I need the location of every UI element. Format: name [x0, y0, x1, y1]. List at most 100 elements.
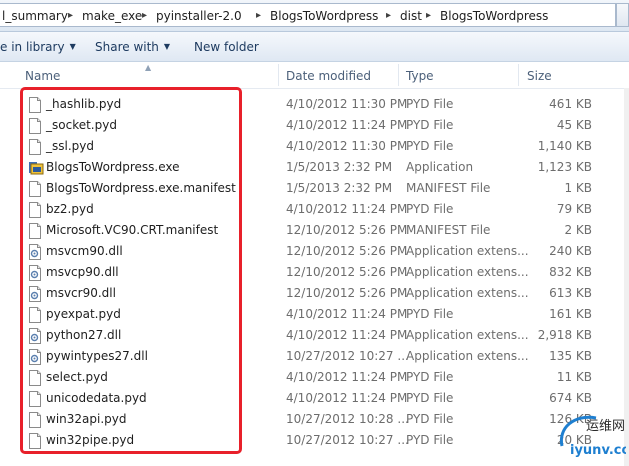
file-size: 1,140 KB — [537, 139, 592, 153]
file-name: select.pyd — [46, 370, 108, 384]
column-divider[interactable] — [278, 64, 279, 86]
sort-ascending-icon: ▲ — [145, 63, 152, 72]
file-name: win32pipe.pyd — [46, 433, 135, 447]
dll-icon — [28, 265, 42, 281]
file-type: Application extens... — [406, 349, 529, 363]
file-size: 2,918 KB — [537, 328, 592, 342]
file-icon — [28, 433, 42, 449]
column-header-size[interactable]: Size — [527, 69, 552, 83]
breadcrumb-item[interactable]: BlogsToWordpress — [440, 9, 548, 23]
file-row[interactable]: _hashlib.pyd 4/10/2012 11:30 PM PYD File 46… — [0, 94, 629, 115]
column-divider[interactable] — [518, 64, 519, 86]
file-icon — [28, 391, 42, 407]
file-type: MANIFEST File — [406, 223, 491, 237]
file-row[interactable]: pyexpat.pyd 4/10/2012 11:24 PM PYD File 161… — [0, 304, 629, 325]
file-row[interactable]: msvcm90.dll 12/10/2012 5:26 PM Application… — [0, 241, 629, 262]
file-name: pyexpat.pyd — [46, 307, 121, 321]
file-row[interactable]: pywintypes27.dll 10/27/2012 10:27 ... Appl… — [0, 346, 629, 367]
breadcrumb-separator-icon[interactable]: ▸ — [68, 10, 73, 21]
breadcrumb-item[interactable]: BlogsToWordpress — [270, 9, 378, 23]
address-dropdown-button[interactable] — [616, 3, 629, 27]
file-size: 613 KB — [549, 286, 592, 300]
breadcrumb-separator-icon[interactable]: ▸ — [386, 10, 391, 21]
file-row[interactable]: Microsoft.VC90.CRT.manifest 12/10/2012 5:… — [0, 220, 629, 241]
file-date-modified: 4/10/2012 11:30 PM — [286, 97, 408, 111]
breadcrumb-item[interactable]: dist — [400, 9, 422, 23]
file-size: 135 KB — [549, 349, 592, 363]
column-divider[interactable] — [398, 64, 399, 86]
file-date-modified: 4/10/2012 11:24 PM — [286, 391, 408, 405]
column-header-date-modified[interactable]: Date modified — [286, 69, 371, 83]
file-icon — [28, 139, 42, 155]
file-size: 674 KB — [549, 391, 592, 405]
file-date-modified: 10/27/2012 10:28 ... — [286, 412, 409, 426]
column-header-row: ▲ Name Date modified Type Size — [0, 62, 629, 89]
file-type: PYD File — [406, 391, 454, 405]
file-name: msvcm90.dll — [46, 244, 123, 258]
file-name: pywintypes27.dll — [46, 349, 148, 363]
file-icon — [28, 307, 42, 323]
file-type: Application extens... — [406, 265, 529, 279]
file-row[interactable]: _ssl.pyd 4/10/2012 11:30 PM PYD File 1,140 … — [0, 136, 629, 157]
file-type: PYD File — [406, 412, 454, 426]
command-bar: e in library ▼ Share with ▼ New folder — [0, 32, 629, 62]
file-type: Application — [406, 160, 474, 174]
share-with-label: Share with — [95, 40, 159, 54]
file-icon — [28, 370, 42, 386]
file-name: win32api.pyd — [46, 412, 127, 426]
file-size: 461 KB — [549, 97, 592, 111]
address-bar: l_summary ▸ make_exe ▸ pyinstaller-2.0 ▸… — [0, 0, 629, 32]
file-type: Application extens... — [406, 286, 529, 300]
watermark-title: 运维网 — [586, 419, 625, 434]
file-name: _hashlib.pyd — [46, 97, 122, 111]
breadcrumb-item[interactable]: l_summary — [2, 9, 68, 23]
file-icon — [28, 223, 42, 239]
breadcrumb-item[interactable]: make_exe — [82, 9, 142, 23]
file-row[interactable]: BlogsToWordpress.exe.manifest 1/5/2013 2:… — [0, 178, 629, 199]
file-type: PYD File — [406, 118, 454, 132]
file-row[interactable]: msvcp90.dll 12/10/2012 5:26 PM Application… — [0, 262, 629, 283]
file-size: 2 KB — [564, 223, 592, 237]
dll-icon — [28, 286, 42, 302]
file-date-modified: 10/27/2012 10:27 ... — [286, 433, 409, 447]
file-row[interactable]: BlogsToWordpress.exe 1/5/2013 2:32 PM Appl… — [0, 157, 629, 178]
file-row[interactable]: select.pyd 4/10/2012 11:24 PM PYD File 11 K… — [0, 367, 629, 388]
file-icon — [28, 118, 42, 134]
file-type: PYD File — [406, 433, 454, 447]
file-row[interactable]: bz2.pyd 4/10/2012 11:24 PM PYD File 79 KB — [0, 199, 629, 220]
file-date-modified: 4/10/2012 11:30 PM — [286, 139, 408, 153]
file-type: PYD File — [406, 139, 454, 153]
new-folder-button[interactable]: New folder — [194, 40, 259, 54]
file-row[interactable]: python27.dll 4/10/2012 11:24 PM Applicatio… — [0, 325, 629, 346]
include-in-library-button[interactable]: e in library ▼ — [0, 40, 76, 54]
file-row[interactable]: win32pipe.pyd 10/27/2012 10:27 ... PYD Fil… — [0, 430, 629, 451]
watermark-url: iyunv.com — [570, 443, 626, 458]
include-in-library-label: e in library — [0, 40, 65, 54]
file-name: unicodedata.pyd — [46, 391, 147, 405]
dll-icon — [28, 244, 42, 260]
file-size: 240 KB — [549, 244, 592, 258]
column-header-name[interactable]: Name — [25, 69, 60, 83]
dll-icon — [28, 328, 42, 344]
chevron-down-icon: ▼ — [69, 42, 76, 51]
breadcrumb-separator-icon[interactable]: ▸ — [256, 10, 261, 21]
column-header-type[interactable]: Type — [406, 69, 434, 83]
file-date-modified: 4/10/2012 11:24 PM — [286, 328, 408, 342]
share-with-button[interactable]: Share with ▼ — [95, 40, 170, 54]
file-row[interactable]: _socket.pyd 4/10/2012 11:24 PM PYD File 45 … — [0, 115, 629, 136]
file-name: BlogsToWordpress.exe.manifest — [46, 181, 236, 195]
breadcrumb-separator-icon[interactable]: ▸ — [142, 10, 147, 21]
file-name: BlogsToWordpress.exe — [46, 160, 180, 174]
file-date-modified: 1/5/2013 2:32 PM — [286, 160, 393, 174]
file-name: _ssl.pyd — [46, 139, 94, 153]
breadcrumb-separator-icon[interactable]: ▸ — [426, 10, 431, 21]
breadcrumb-item[interactable]: pyinstaller-2.0 — [156, 9, 242, 23]
file-name: python27.dll — [46, 328, 122, 342]
file-size: 79 KB — [556, 202, 592, 216]
breadcrumb[interactable]: l_summary ▸ make_exe ▸ pyinstaller-2.0 ▸… — [0, 3, 616, 27]
file-type: PYD File — [406, 97, 454, 111]
file-date-modified: 12/10/2012 5:26 PM — [286, 286, 408, 300]
file-row[interactable]: win32api.pyd 10/27/2012 10:28 ... PYD File… — [0, 409, 629, 430]
file-row[interactable]: msvcr90.dll 12/10/2012 5:26 PM Application… — [0, 283, 629, 304]
file-row[interactable]: unicodedata.pyd 4/10/2012 11:24 PM PYD Fil… — [0, 388, 629, 409]
